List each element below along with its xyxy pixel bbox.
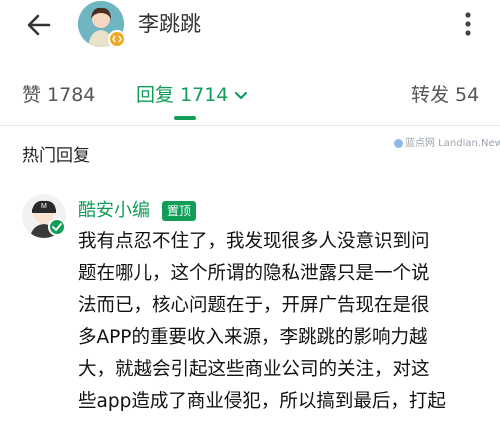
svg-text:M: M — [41, 203, 47, 210]
more-vertical-icon — [465, 12, 471, 36]
comment-body: 我有点忍不住了，我发现很多人没意识到问 题在哪儿，这个所谓的隐私泄露只是一个说 … — [78, 226, 490, 418]
comment-username[interactable]: 酷安小编 — [78, 200, 150, 222]
more-options-button[interactable] — [460, 10, 476, 38]
watermark-logo-icon — [394, 139, 403, 148]
comment-line: 些app造成了商业侵犯，所以搞到最后，打起 — [78, 391, 446, 412]
watermark: 蓝点网 Landian.News — [394, 137, 500, 150]
tab-replies-label: 回复 1714 — [136, 84, 229, 106]
comment-line: 多APP的重要收入来源，李跳跳的影响力越 — [78, 327, 428, 348]
tab-replies[interactable]: 回复 1714 — [136, 84, 248, 106]
comment-line: 我有点忍不住了，我发现很多人没意识到问 — [78, 231, 430, 252]
comment-line: 题在哪儿，这个所谓的隐私泄露只是一个说 — [78, 263, 430, 284]
tab-shares[interactable]: 转发 54 — [411, 84, 479, 106]
divider — [0, 125, 500, 126]
coolapk-badge-icon — [108, 30, 126, 48]
top-app-bar: 李跳跳 — [0, 0, 500, 50]
page-title: 李跳跳 — [138, 12, 201, 36]
verified-icon — [48, 218, 66, 236]
tab-active-indicator — [174, 116, 196, 120]
tab-likes[interactable]: 赞 1784 — [22, 84, 95, 106]
tab-bar: 赞 1784 回复 1714 转发 54 — [0, 72, 500, 124]
comment-line: 大，就越会引起这些商业公司的关注，对这 — [78, 359, 430, 380]
chevron-down-icon — [235, 91, 248, 99]
comment-line: 法而已，核心问题在于，开屏广告现在是很 — [78, 295, 430, 316]
arrow-left-icon — [27, 14, 51, 36]
back-button[interactable] — [22, 8, 56, 42]
section-title: 热门回复 — [22, 146, 90, 166]
pinned-badge: 置顶 — [162, 201, 197, 221]
watermark-text: 蓝点网 Landian.News — [405, 138, 500, 149]
